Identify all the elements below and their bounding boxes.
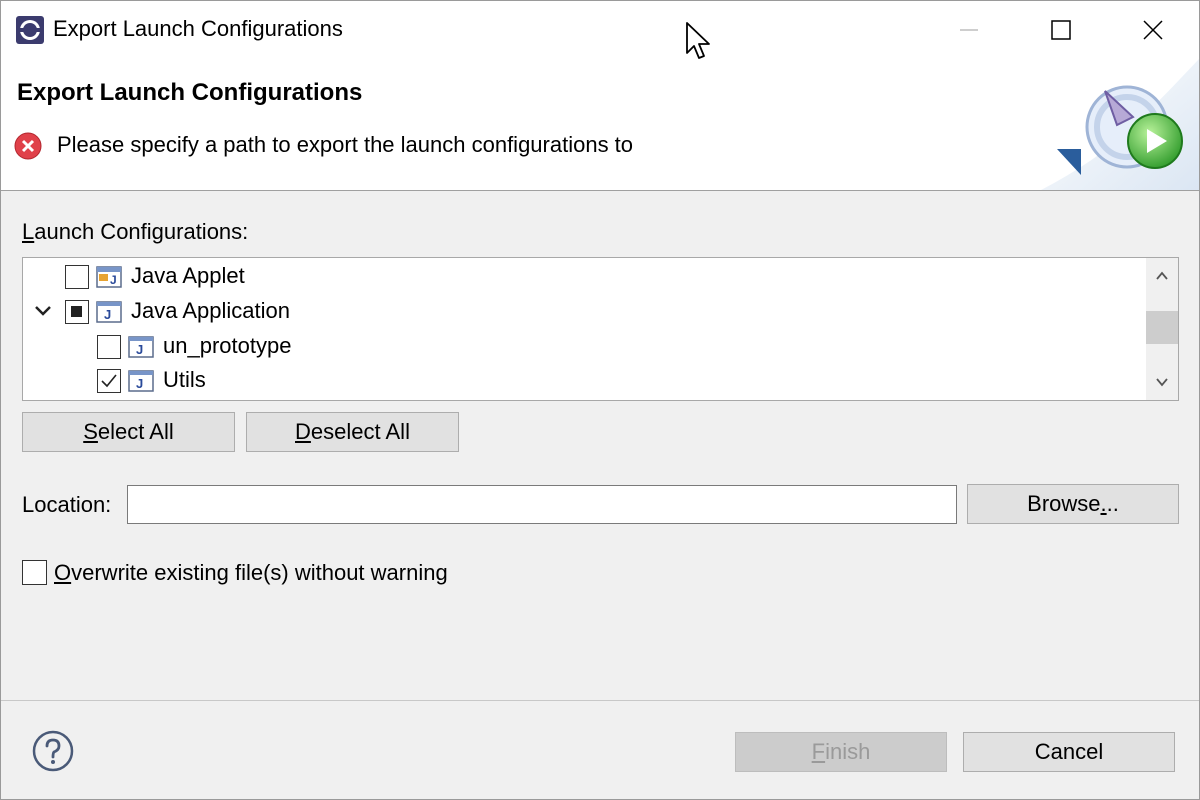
java-applet-icon: J bbox=[96, 266, 122, 288]
check-mark-icon bbox=[101, 374, 117, 388]
window-title: Export Launch Configurations bbox=[53, 16, 343, 41]
chevron-up-icon bbox=[1156, 271, 1168, 280]
scrollbar-thumb[interactable] bbox=[1146, 311, 1178, 344]
tree-item-label: un_prototype bbox=[163, 333, 292, 358]
tree-item-java-applet[interactable]: J Java Applet bbox=[23, 260, 1143, 294]
maximize-button[interactable] bbox=[1015, 1, 1107, 59]
wizard-banner: Export Launch Configurations Please spec… bbox=[1, 59, 1199, 191]
scroll-down-button[interactable] bbox=[1146, 366, 1178, 398]
scroll-up-button[interactable] bbox=[1146, 260, 1178, 292]
page-title: Export Launch Configurations bbox=[17, 79, 363, 106]
export-launch-wizard-icon bbox=[1041, 59, 1199, 190]
footer-separator bbox=[1, 700, 1199, 701]
location-label: Location: bbox=[22, 492, 112, 517]
minimize-button[interactable] bbox=[923, 1, 1015, 59]
tree-item-label: Java Applet bbox=[131, 263, 245, 288]
deselect-all-button[interactable]: Deselect All bbox=[246, 412, 459, 452]
finish-button[interactable]: Finish bbox=[735, 732, 947, 772]
minimize-icon bbox=[960, 29, 978, 31]
chevron-down-icon[interactable] bbox=[33, 301, 53, 321]
checkbox-java-applet[interactable] bbox=[65, 265, 89, 289]
svg-text:J: J bbox=[136, 376, 143, 391]
java-application-icon: J bbox=[96, 301, 122, 323]
checkbox-utils[interactable] bbox=[97, 369, 121, 393]
overwrite-label[interactable]: Overwrite existing file(s) without warni… bbox=[54, 560, 448, 586]
launch-configurations-label: Launch Configurations: bbox=[22, 219, 249, 244]
export-dialog: Export Launch Configurations Export Laun… bbox=[0, 0, 1200, 800]
error-message: Please specify a path to export the laun… bbox=[57, 132, 634, 157]
checkbox-un-prototype[interactable] bbox=[97, 335, 121, 359]
tree-item-label: Java Application bbox=[131, 298, 290, 323]
tree-item-label: Utils bbox=[163, 367, 206, 392]
java-application-icon: J bbox=[128, 336, 154, 358]
svg-text:J: J bbox=[110, 273, 117, 287]
tree-item-java-application[interactable]: J Java Application bbox=[23, 295, 1143, 329]
help-icon[interactable] bbox=[32, 730, 74, 772]
tree-item-un-prototype[interactable]: J un_prototype bbox=[23, 330, 1143, 364]
tree-scrollbar[interactable] bbox=[1146, 258, 1178, 400]
close-button[interactable] bbox=[1107, 1, 1199, 59]
java-application-icon: J bbox=[128, 370, 154, 392]
maximize-icon bbox=[1051, 20, 1071, 40]
eclipse-app-icon bbox=[16, 16, 44, 44]
overwrite-checkbox[interactable] bbox=[22, 560, 47, 585]
browse-button[interactable]: Browse... bbox=[967, 484, 1179, 524]
error-icon bbox=[14, 132, 42, 160]
close-icon bbox=[1143, 20, 1163, 40]
svg-text:J: J bbox=[136, 342, 143, 357]
cancel-button[interactable]: Cancel bbox=[963, 732, 1175, 772]
checkbox-java-application[interactable] bbox=[65, 300, 89, 324]
title-bar: Export Launch Configurations bbox=[1, 1, 1199, 59]
partial-check-mark bbox=[71, 306, 82, 317]
mouse-cursor-icon bbox=[686, 22, 710, 59]
launch-configurations-tree[interactable]: J Java Applet J Java Application J un_pr… bbox=[22, 257, 1179, 401]
select-all-button[interactable]: Select All bbox=[22, 412, 235, 452]
svg-text:J: J bbox=[104, 307, 111, 322]
tree-item-utils[interactable]: J Utils bbox=[23, 364, 1143, 398]
chevron-down-icon bbox=[1156, 378, 1168, 387]
location-input[interactable] bbox=[127, 485, 957, 524]
